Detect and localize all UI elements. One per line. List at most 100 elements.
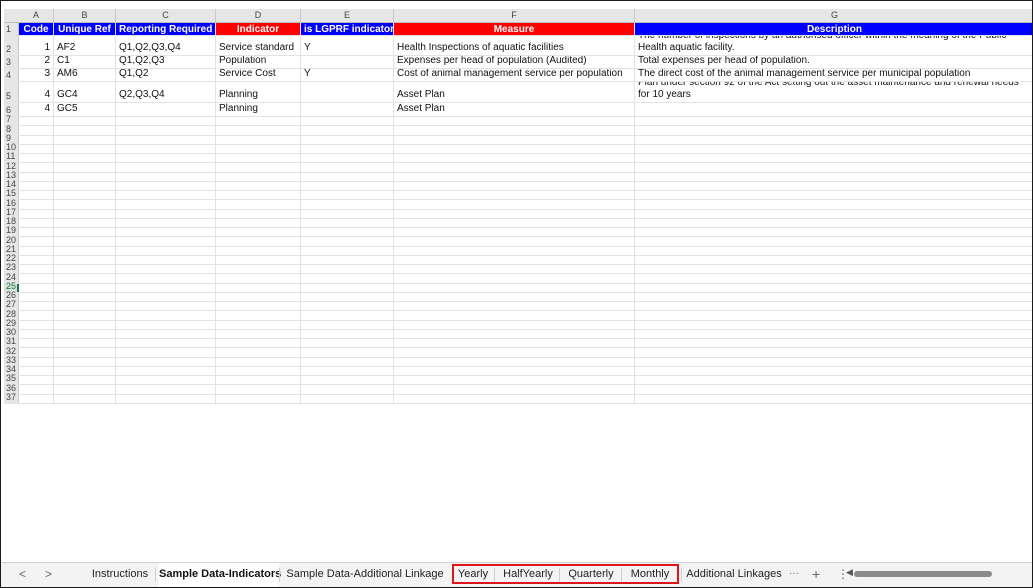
grid-cell[interactable] — [54, 209, 116, 218]
grid-cell[interactable] — [394, 311, 635, 320]
sheet-tab-instructions[interactable]: Instructions — [85, 563, 155, 587]
grid-cell[interactable] — [54, 339, 116, 348]
grid-cell[interactable] — [394, 339, 635, 348]
grid-cell[interactable] — [301, 366, 394, 375]
grid-cell[interactable] — [635, 154, 1032, 162]
grid-cell[interactable] — [394, 209, 635, 218]
grid-cell[interactable] — [116, 366, 216, 375]
grid-cell[interactable] — [116, 181, 216, 190]
grid-cell[interactable] — [635, 385, 1032, 393]
grid-cell[interactable] — [116, 144, 216, 153]
grid-cell[interactable] — [19, 357, 54, 366]
sheet-tab-quarterly[interactable]: Quarterly — [563, 563, 619, 587]
grid-cell[interactable] — [301, 144, 394, 153]
grid-cell[interactable] — [116, 172, 216, 181]
grid-cell[interactable] — [216, 144, 301, 153]
grid-cell[interactable] — [19, 126, 54, 135]
grid-cell[interactable] — [301, 82, 394, 102]
grid-cell[interactable] — [54, 385, 116, 394]
grid-cell[interactable] — [301, 191, 394, 200]
grid-cell[interactable] — [216, 329, 301, 338]
grid-cell[interactable]: 1 — [19, 36, 54, 55]
grid-cell[interactable] — [635, 284, 1032, 292]
grid-cell[interactable]: C1 — [54, 56, 116, 68]
grid-cell[interactable] — [116, 302, 216, 311]
grid-cell[interactable] — [635, 103, 1032, 116]
grid-cell[interactable] — [19, 163, 54, 172]
grid-cell[interactable] — [216, 228, 301, 237]
grid-cell[interactable] — [54, 394, 116, 403]
grid-cell[interactable] — [394, 283, 635, 292]
grid-cell[interactable]: Q1,Q2,Q3 — [116, 56, 216, 68]
grid-cell[interactable] — [19, 209, 54, 218]
scrollbar-thumb[interactable] — [854, 571, 992, 577]
grid-cell[interactable] — [54, 265, 116, 274]
grid-cell[interactable] — [216, 394, 301, 403]
grid-cell[interactable] — [216, 218, 301, 227]
grid-cell[interactable] — [635, 339, 1032, 347]
add-sheet-button[interactable]: + — [812, 563, 820, 587]
grid-cell[interactable] — [301, 348, 394, 357]
grid-cell[interactable] — [301, 274, 394, 283]
grid-cell[interactable] — [19, 172, 54, 181]
grid-cell[interactable] — [394, 329, 635, 338]
grid-cell[interactable] — [19, 265, 54, 274]
grid-cell[interactable] — [216, 209, 301, 218]
column-header-c[interactable]: C — [116, 9, 216, 22]
grid-cell[interactable] — [19, 144, 54, 153]
column-header-b[interactable]: B — [54, 9, 116, 22]
grid-cell[interactable] — [635, 117, 1032, 125]
grid-cell[interactable] — [635, 173, 1032, 181]
grid-cell[interactable] — [301, 339, 394, 348]
row-number[interactable]: 1 — [4, 23, 19, 35]
grid-cell[interactable] — [635, 228, 1032, 236]
grid-cell[interactable] — [394, 144, 635, 153]
grid-cell[interactable]: 4 — [19, 82, 54, 102]
grid-cell[interactable] — [216, 366, 301, 375]
grid-cell[interactable] — [19, 339, 54, 348]
grid-cell[interactable]: Population — [216, 56, 301, 68]
prev-sheet-arrow-icon[interactable]: < — [19, 563, 26, 587]
grid-cell[interactable] — [394, 237, 635, 246]
grid-cell[interactable] — [301, 135, 394, 144]
grid-cell[interactable] — [19, 302, 54, 311]
grid-cell[interactable]: The number of inspections by an authoris… — [635, 36, 1032, 55]
grid-cell[interactable] — [301, 117, 394, 126]
grid-cell[interactable] — [19, 246, 54, 255]
grid-cell[interactable] — [116, 191, 216, 200]
grid-cell[interactable] — [635, 237, 1032, 245]
grid-cell[interactable] — [116, 200, 216, 209]
header-cell[interactable]: is LGPRF indicator — [301, 23, 394, 35]
grid-cell[interactable] — [116, 329, 216, 338]
grid-cell[interactable] — [394, 376, 635, 385]
grid-cell[interactable] — [635, 247, 1032, 255]
grid-cell[interactable] — [394, 163, 635, 172]
grid-cell[interactable] — [19, 329, 54, 338]
column-header-f[interactable]: F — [394, 9, 635, 22]
grid-cell[interactable] — [116, 237, 216, 246]
grid-cell[interactable] — [394, 181, 635, 190]
grid-cell[interactable] — [116, 126, 216, 135]
grid-cell[interactable] — [216, 311, 301, 320]
grid-cell[interactable] — [19, 181, 54, 190]
grid-cell[interactable] — [301, 320, 394, 329]
grid-cell[interactable] — [394, 172, 635, 181]
grid-cell[interactable] — [301, 265, 394, 274]
grid-cell[interactable] — [216, 154, 301, 163]
grid-cell[interactable] — [216, 246, 301, 255]
grid-cell[interactable] — [301, 311, 394, 320]
grid-cell[interactable] — [394, 274, 635, 283]
grid-cell[interactable] — [54, 117, 116, 126]
grid-cell[interactable]: GC4 — [54, 82, 116, 102]
row-number[interactable]: 4 — [4, 69, 19, 81]
grid-cell[interactable]: Y — [301, 36, 394, 55]
grid-cell[interactable] — [301, 209, 394, 218]
grid-cell[interactable] — [54, 366, 116, 375]
grid-cell[interactable] — [116, 320, 216, 329]
grid-cell[interactable] — [301, 172, 394, 181]
grid-cell[interactable] — [394, 366, 635, 375]
grid-cell[interactable] — [216, 357, 301, 366]
grid-cell[interactable] — [54, 274, 116, 283]
grid-cell[interactable]: Total expenses per head of population. — [635, 56, 1032, 68]
grid-cell[interactable] — [19, 348, 54, 357]
